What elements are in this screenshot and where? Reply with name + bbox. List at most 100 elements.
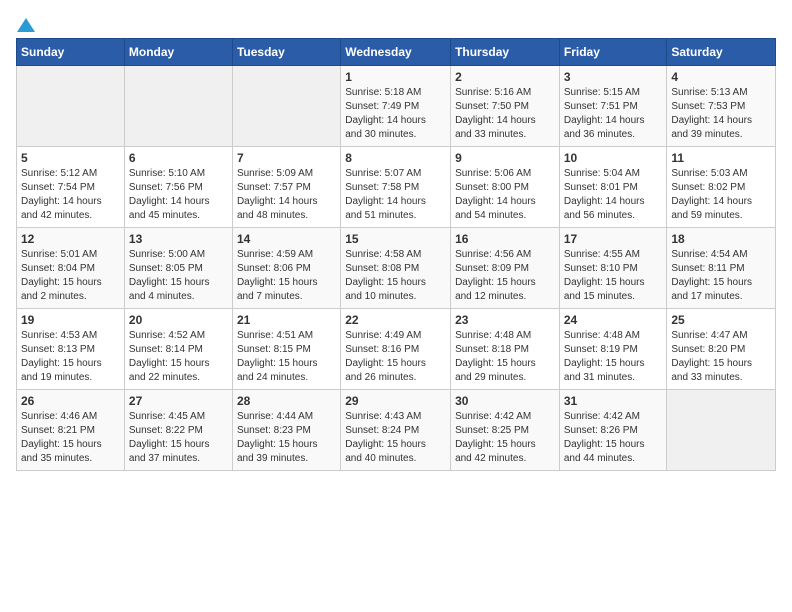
day-cell: 27 Sunrise: 4:45 AM Sunset: 8:22 PM Dayli… [124, 390, 232, 471]
day-cell: 22 Sunrise: 4:49 AM Sunset: 8:16 PM Dayli… [341, 309, 451, 390]
header [16, 16, 776, 30]
weekday-header-tuesday: Tuesday [232, 39, 340, 66]
day-info: Sunrise: 5:07 AM Sunset: 7:58 PM Dayligh… [345, 167, 446, 223]
day-cell: 20Sunrise: 4:52 AM Sunset: 8:14 PM Dayli… [124, 309, 232, 390]
weekday-header-wednesday: Wednesday [341, 39, 451, 66]
day-number: 12 [21, 232, 120, 246]
day-number: 20 [129, 313, 228, 327]
day-cell: 1Sunrise: 5:18 AM Sunset: 7:49 PM Daylig… [341, 66, 451, 147]
day-number: 3 [564, 70, 663, 84]
day-info: Sunrise: 4:44 AM Sunset: 8:23 PM Dayligh… [237, 410, 336, 466]
day-number: 30 [455, 394, 555, 408]
day-number: 31 [564, 394, 663, 408]
calendar-table: SundayMondayTuesdayWednesdayThursdayFrid… [16, 38, 776, 471]
week-row-5: 26 Sunrise: 4:46 AM Sunset: 8:21 PM Dayli… [17, 390, 776, 471]
day-info: Sunrise: 4:45 AM Sunset: 8:22 PM Dayligh… [129, 410, 228, 466]
weekday-header-row: SundayMondayTuesdayWednesdayThursdayFrid… [17, 39, 776, 66]
day-cell: 12 Sunrise: 5:01 AM Sunset: 8:04 PM Dayli… [17, 228, 125, 309]
day-info: Sunrise: 4:42 AM Sunset: 8:25 PM Dayligh… [455, 410, 555, 466]
day-number: 23 [455, 313, 555, 327]
day-number: 6 [129, 151, 228, 165]
day-number: 28 [237, 394, 336, 408]
day-cell: 24 Sunrise: 4:48 AM Sunset: 8:19 PM Dayli… [559, 309, 667, 390]
day-info: Sunrise: 4:48 AM Sunset: 8:18 PM Dayligh… [455, 329, 555, 385]
day-cell: 25 Sunrise: 4:47 AM Sunset: 8:20 PM Dayli… [667, 309, 776, 390]
day-number: 4 [671, 70, 771, 84]
day-number: 1 [345, 70, 446, 84]
day-number: 16 [455, 232, 555, 246]
day-info: Sunrise: 5:09 AM Sunset: 7:57 PM Dayligh… [237, 167, 336, 223]
day-cell: 8Sunrise: 5:07 AM Sunset: 7:58 PM Daylig… [341, 147, 451, 228]
day-info: Sunrise: 5:00 AM Sunset: 8:05 PM Dayligh… [129, 248, 228, 304]
day-info: Sunrise: 5:01 AM Sunset: 8:04 PM Dayligh… [21, 248, 120, 304]
day-cell: 17 Sunrise: 4:55 AM Sunset: 8:10 PM Dayli… [559, 228, 667, 309]
day-number: 5 [21, 151, 120, 165]
day-cell: 4Sunrise: 5:13 AM Sunset: 7:53 PM Daylig… [667, 66, 776, 147]
day-cell: 6 Sunrise: 5:10 AM Sunset: 7:56 PM Daylig… [124, 147, 232, 228]
day-info: Sunrise: 4:47 AM Sunset: 8:20 PM Dayligh… [671, 329, 771, 385]
day-cell: 11 Sunrise: 5:03 AM Sunset: 8:02 PM Dayli… [667, 147, 776, 228]
day-info: Sunrise: 5:04 AM Sunset: 8:01 PM Dayligh… [564, 167, 663, 223]
week-row-1: 1Sunrise: 5:18 AM Sunset: 7:49 PM Daylig… [17, 66, 776, 147]
day-cell: 2 Sunrise: 5:16 AM Sunset: 7:50 PM Daylig… [451, 66, 560, 147]
day-number: 13 [129, 232, 228, 246]
day-info: Sunrise: 4:49 AM Sunset: 8:16 PM Dayligh… [345, 329, 446, 385]
day-cell [667, 390, 776, 471]
day-number: 24 [564, 313, 663, 327]
day-cell [232, 66, 340, 147]
day-cell: 16 Sunrise: 4:56 AM Sunset: 8:09 PM Dayli… [451, 228, 560, 309]
day-cell: 29Sunrise: 4:43 AM Sunset: 8:24 PM Dayli… [341, 390, 451, 471]
day-cell: 31Sunrise: 4:42 AM Sunset: 8:26 PM Dayli… [559, 390, 667, 471]
day-info: Sunrise: 4:43 AM Sunset: 8:24 PM Dayligh… [345, 410, 446, 466]
day-info: Sunrise: 4:51 AM Sunset: 8:15 PM Dayligh… [237, 329, 336, 385]
day-cell: 14 Sunrise: 4:59 AM Sunset: 8:06 PM Dayli… [232, 228, 340, 309]
day-cell: 19Sunrise: 4:53 AM Sunset: 8:13 PM Dayli… [17, 309, 125, 390]
day-info: Sunrise: 4:48 AM Sunset: 8:19 PM Dayligh… [564, 329, 663, 385]
day-number: 14 [237, 232, 336, 246]
day-info: Sunrise: 4:56 AM Sunset: 8:09 PM Dayligh… [455, 248, 555, 304]
day-cell: 30 Sunrise: 4:42 AM Sunset: 8:25 PM Dayli… [451, 390, 560, 471]
day-cell: 5Sunrise: 5:12 AM Sunset: 7:54 PM Daylig… [17, 147, 125, 228]
day-info: Sunrise: 5:06 AM Sunset: 8:00 PM Dayligh… [455, 167, 555, 223]
day-number: 15 [345, 232, 446, 246]
day-number: 25 [671, 313, 771, 327]
day-cell: 21 Sunrise: 4:51 AM Sunset: 8:15 PM Dayli… [232, 309, 340, 390]
day-number: 18 [671, 232, 771, 246]
week-row-4: 19Sunrise: 4:53 AM Sunset: 8:13 PM Dayli… [17, 309, 776, 390]
day-cell [17, 66, 125, 147]
day-number: 2 [455, 70, 555, 84]
day-cell: 26 Sunrise: 4:46 AM Sunset: 8:21 PM Dayli… [17, 390, 125, 471]
day-info: Sunrise: 4:46 AM Sunset: 8:21 PM Dayligh… [21, 410, 120, 466]
week-row-2: 5Sunrise: 5:12 AM Sunset: 7:54 PM Daylig… [17, 147, 776, 228]
day-info: Sunrise: 4:55 AM Sunset: 8:10 PM Dayligh… [564, 248, 663, 304]
day-info: Sunrise: 5:15 AM Sunset: 7:51 PM Dayligh… [564, 86, 663, 142]
logo [16, 16, 36, 30]
day-info: Sunrise: 4:58 AM Sunset: 8:08 PM Dayligh… [345, 248, 446, 304]
day-cell: 9 Sunrise: 5:06 AM Sunset: 8:00 PM Daylig… [451, 147, 560, 228]
weekday-header-sunday: Sunday [17, 39, 125, 66]
day-number: 17 [564, 232, 663, 246]
day-info: Sunrise: 5:10 AM Sunset: 7:56 PM Dayligh… [129, 167, 228, 223]
day-number: 26 [21, 394, 120, 408]
day-cell: 3 Sunrise: 5:15 AM Sunset: 7:51 PM Daylig… [559, 66, 667, 147]
day-number: 21 [237, 313, 336, 327]
day-number: 10 [564, 151, 663, 165]
day-cell: 18 Sunrise: 4:54 AM Sunset: 8:11 PM Dayli… [667, 228, 776, 309]
day-cell: 15 Sunrise: 4:58 AM Sunset: 8:08 PM Dayli… [341, 228, 451, 309]
day-number: 22 [345, 313, 446, 327]
weekday-header-monday: Monday [124, 39, 232, 66]
day-cell: 23 Sunrise: 4:48 AM Sunset: 8:18 PM Dayli… [451, 309, 560, 390]
day-info: Sunrise: 5:16 AM Sunset: 7:50 PM Dayligh… [455, 86, 555, 142]
day-info: Sunrise: 4:54 AM Sunset: 8:11 PM Dayligh… [671, 248, 771, 304]
day-info: Sunrise: 4:59 AM Sunset: 8:06 PM Dayligh… [237, 248, 336, 304]
day-number: 27 [129, 394, 228, 408]
weekday-header-saturday: Saturday [667, 39, 776, 66]
day-cell: 10 Sunrise: 5:04 AM Sunset: 8:01 PM Dayli… [559, 147, 667, 228]
logo-icon [17, 16, 35, 34]
day-info: Sunrise: 5:03 AM Sunset: 8:02 PM Dayligh… [671, 167, 771, 223]
day-info: Sunrise: 4:53 AM Sunset: 8:13 PM Dayligh… [21, 329, 120, 385]
weekday-header-thursday: Thursday [451, 39, 560, 66]
day-number: 11 [671, 151, 771, 165]
day-number: 9 [455, 151, 555, 165]
day-cell [124, 66, 232, 147]
